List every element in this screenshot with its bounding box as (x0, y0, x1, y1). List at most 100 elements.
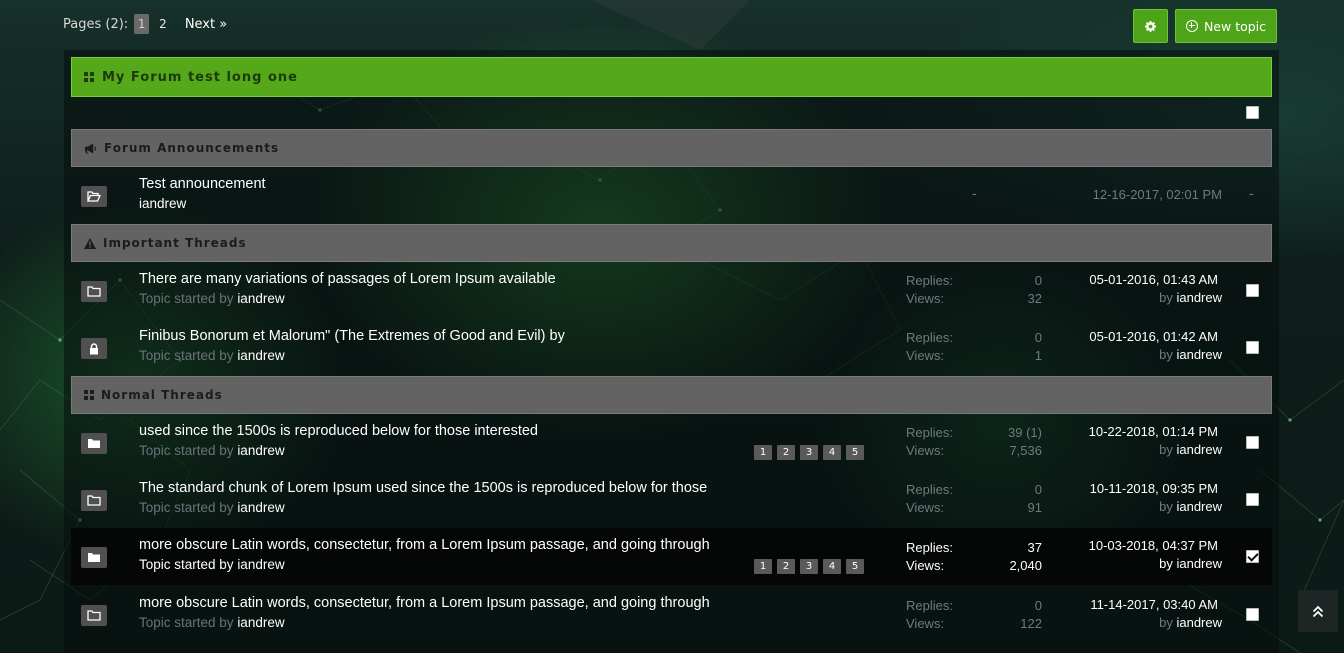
replies-count: 0 (1034, 330, 1042, 345)
thread-page-link[interactable]: 2 (777, 445, 795, 460)
thread-author-link[interactable]: iandrew (237, 348, 284, 363)
last-post-author-link[interactable]: iandrew (1176, 347, 1222, 362)
scroll-to-top-button[interactable] (1298, 590, 1338, 632)
last-post-date[interactable]: 10-22-2018, 01:14 PM (1089, 424, 1218, 439)
grid-icon (84, 72, 94, 82)
replies-label: Replies: (906, 540, 953, 555)
replies-count: 37 (1027, 540, 1042, 555)
warning-icon (84, 237, 96, 249)
views-count: 32 (1027, 291, 1042, 306)
last-post-date[interactable]: 05-01-2016, 01:42 AM (1089, 329, 1218, 344)
select-all-checkbox[interactable] (1246, 106, 1259, 119)
new-topic-label: New topic (1203, 18, 1267, 34)
thread-title[interactable]: more obscure Latin words, consectetur, f… (139, 537, 710, 553)
last-post-date[interactable]: 11-14-2017, 03:40 AM (1090, 597, 1218, 612)
section-announcements: Forum Announcements (71, 129, 1272, 167)
thread-row: more obscure Latin words, consectetur, f… (71, 586, 1272, 643)
last-post-by: by iandrew (1159, 347, 1222, 362)
pagination-next-link[interactable]: Next » (185, 17, 227, 32)
replies-label: Replies: (906, 330, 953, 345)
thread-checkbox[interactable] (1246, 436, 1259, 449)
thread-author-link[interactable]: iandrew (237, 615, 284, 630)
last-post-by: by iandrew (1159, 615, 1222, 630)
thread-checkbox[interactable] (1246, 493, 1259, 506)
thread-title[interactable]: The standard chunk of Lorem Ipsum used s… (139, 480, 707, 496)
views-label: Views: (906, 500, 945, 515)
last-post-author-link[interactable]: iandrew (1176, 615, 1222, 630)
thread-page-link[interactable]: 5 (846, 559, 864, 574)
views-label: Views: (906, 616, 945, 631)
announcement-author[interactable]: iandrew (139, 196, 186, 211)
thread-page-link[interactable]: 3 (800, 445, 818, 460)
thread-title[interactable]: used since the 1500s is reproduced below… (139, 423, 538, 439)
last-post-by: by iandrew (1159, 499, 1222, 514)
section-normal: Normal Threads (71, 376, 1272, 414)
options-button[interactable] (1133, 9, 1168, 43)
announcement-date: 12-16-2017, 02:01 PM (1092, 187, 1222, 202)
thread-page-link[interactable]: 5 (846, 445, 864, 460)
last-post-date[interactable]: 10-03-2018, 04:37 PM (1089, 538, 1218, 553)
replies-label: Replies: (906, 482, 953, 497)
views-count: 91 (1027, 500, 1042, 515)
folder-open-icon (81, 186, 107, 207)
thread-page-link[interactable]: 1 (754, 559, 772, 574)
double-chevron-up-icon (1312, 605, 1324, 617)
views-count: 7,536 (1009, 443, 1042, 458)
folder-icon (81, 605, 107, 626)
views-label: Views: (906, 291, 945, 306)
pagination-page-link[interactable]: 2 (155, 17, 171, 31)
section-title: Normal Threads (101, 388, 223, 402)
folder-icon (81, 490, 107, 511)
thread-starter: Topic started by iandrew (139, 557, 285, 572)
thread-row: The standard chunk of Lorem Ipsum used s… (71, 471, 1272, 528)
views-label: Views: (906, 558, 945, 573)
thread-checkbox-checked[interactable] (1246, 550, 1259, 563)
thread-author-link[interactable]: iandrew (237, 500, 284, 515)
thread-title[interactable]: Finibus Bonorum et Malorum" (The Extreme… (139, 328, 565, 344)
thread-starter: Topic started by iandrew (139, 443, 285, 458)
pagination-label: Pages (2): (63, 16, 129, 32)
thread-starter: Topic started by iandrew (139, 348, 285, 363)
gear-icon (1145, 20, 1156, 32)
thread-row: used since the 1500s is reproduced below… (71, 414, 1272, 471)
thread-author-link[interactable]: iandrew (237, 291, 284, 306)
replies-label: Replies: (906, 273, 953, 288)
thread-author-link[interactable]: iandrew (237, 443, 284, 458)
thread-checkbox[interactable] (1246, 284, 1259, 297)
last-post-author-link[interactable]: iandrew (1176, 442, 1222, 457)
thread-starter: Topic started by iandrew (139, 291, 285, 306)
announcement-title[interactable]: Test announcement (139, 176, 266, 192)
announcement-last-placeholder: - (1249, 187, 1254, 202)
thread-page-link[interactable]: 2 (777, 559, 795, 574)
thread-row-selected: more obscure Latin words, consectetur, f… (71, 528, 1272, 585)
announcement-row: Test announcement iandrew - 12-16-2017, … (71, 167, 1272, 224)
last-post-by: by iandrew (1159, 442, 1222, 457)
last-post-date[interactable]: 10-11-2018, 09:35 PM (1090, 481, 1218, 496)
thread-pages: 1 2 3 4 5 (754, 559, 864, 574)
last-post-author-link[interactable]: iandrew (1176, 499, 1222, 514)
last-post-author-link[interactable]: iandrew (1176, 556, 1222, 571)
thread-title[interactable]: more obscure Latin words, consectetur, f… (139, 595, 710, 611)
replies-label: Replies: (906, 425, 953, 440)
thread-author-link[interactable]: iandrew (237, 557, 284, 572)
thread-row: Finibus Bonorum et Malorum" (The Extreme… (71, 319, 1272, 376)
section-important: Important Threads (71, 224, 1272, 262)
last-post-date[interactable]: 05-01-2016, 01:43 AM (1089, 272, 1218, 287)
thread-checkbox[interactable] (1246, 341, 1259, 354)
replies-count: 0 (1034, 598, 1042, 613)
new-topic-button[interactable]: New topic (1175, 9, 1277, 43)
thread-starter: Topic started by iandrew (139, 500, 285, 515)
last-post-author-link[interactable]: iandrew (1176, 290, 1222, 305)
thread-page-link[interactable]: 3 (800, 559, 818, 574)
views-count: 1 (1034, 348, 1042, 363)
grid-icon (84, 390, 94, 400)
thread-starter: Topic started by iandrew (139, 615, 285, 630)
folder-filled-icon (81, 547, 107, 568)
lock-icon (81, 338, 107, 359)
thread-page-link[interactable]: 4 (823, 559, 841, 574)
thread-title[interactable]: There are many variations of passages of… (139, 271, 556, 287)
folder-icon (81, 281, 107, 302)
thread-page-link[interactable]: 1 (754, 445, 772, 460)
thread-checkbox[interactable] (1246, 608, 1259, 621)
thread-page-link[interactable]: 4 (823, 445, 841, 460)
